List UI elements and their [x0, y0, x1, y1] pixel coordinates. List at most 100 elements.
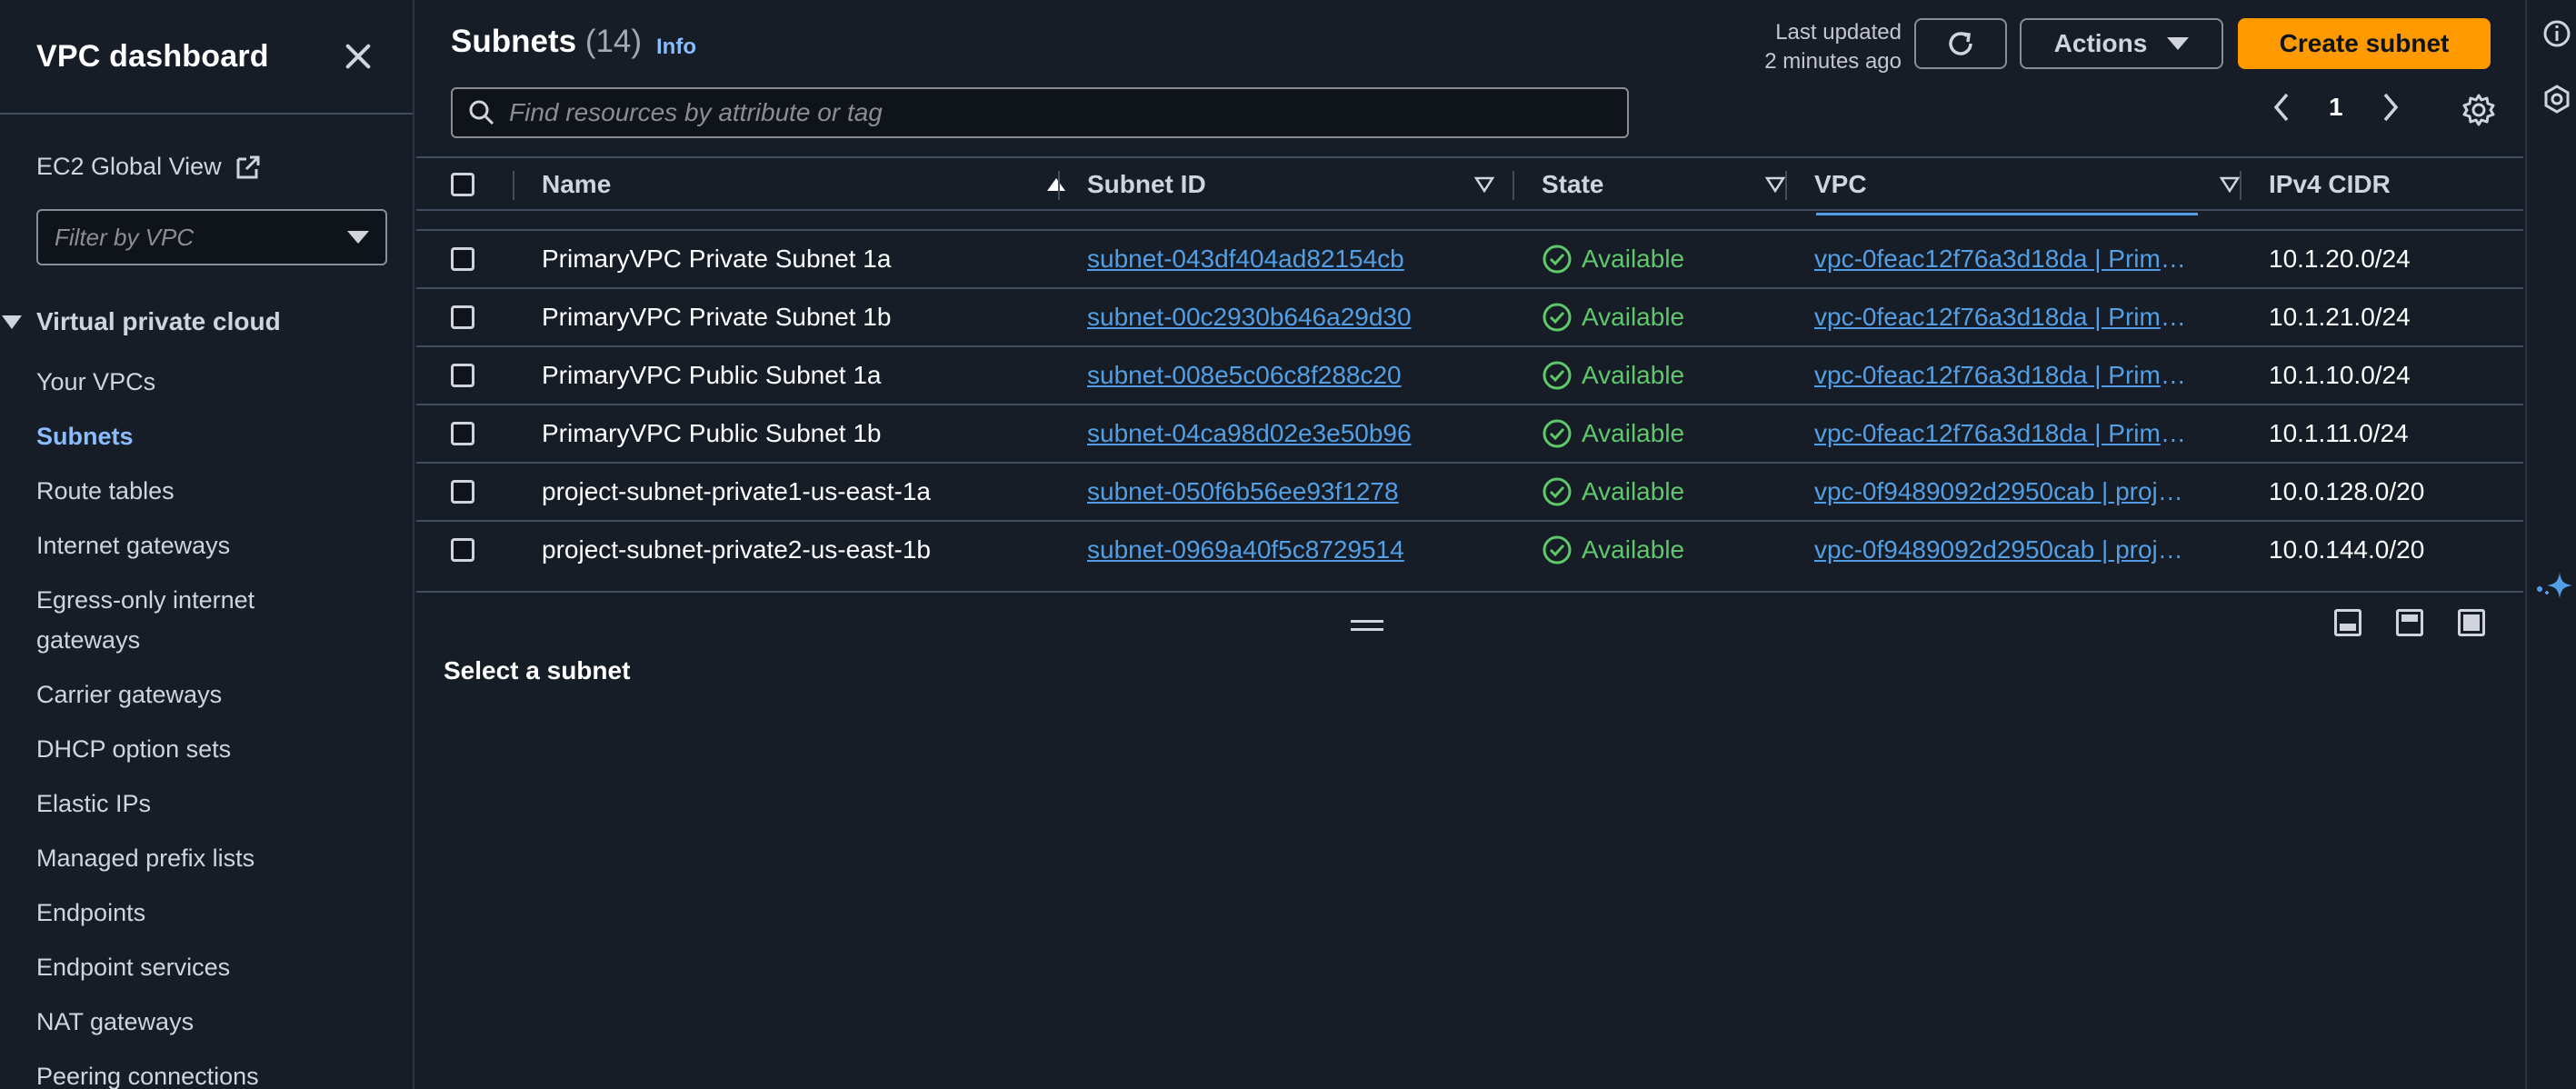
sidebar-item-endpoints[interactable]: Endpoints: [36, 893, 309, 933]
search-input[interactable]: Find resources by attribute or tag: [451, 87, 1629, 138]
info-link[interactable]: Info: [656, 35, 696, 60]
create-subnet-button[interactable]: Create subnet: [2238, 18, 2491, 69]
nav-section-label: Virtual private cloud: [36, 307, 281, 335]
caret-down-icon: [2167, 37, 2190, 50]
subnet-id-link[interactable]: subnet-043df404ad82154cb: [1087, 231, 1523, 287]
vpc-link[interactable]: vpc-0f9489092d2950cab | project-vpc: [1814, 522, 2196, 578]
panel-bottom-icon[interactable]: [2334, 609, 2361, 636]
subnet-count: (14): [584, 24, 643, 59]
close-icon[interactable]: [340, 38, 376, 75]
column-header-label: VPC: [1814, 170, 1867, 198]
state-label: Available: [1582, 303, 1685, 331]
column-header-state[interactable]: State: [1542, 158, 1814, 211]
sidebar-item-nat-gateways[interactable]: NAT gateways: [36, 1002, 309, 1042]
pagination: 1: [2271, 91, 2401, 124]
page-title: Subnets (14): [451, 24, 642, 60]
row-checkbox[interactable]: [451, 422, 474, 445]
state-label: Available: [1582, 245, 1685, 273]
sidebar-item-subnets[interactable]: Subnets: [36, 416, 309, 456]
sort-icon: [1474, 176, 1494, 193]
table-row[interactable]: project-subnet-private2-us-east-1b subne…: [416, 522, 2523, 580]
info-circle-icon[interactable]: [2541, 18, 2572, 49]
vpc-link[interactable]: vpc-0feac12f76a3d18da | PrimaryVPC: [1814, 231, 2196, 287]
column-divider[interactable]: [1513, 171, 1514, 200]
check-circle-icon: [1543, 303, 1572, 332]
sidebar-item-your-vpcs[interactable]: Your VPCs: [36, 362, 309, 402]
column-divider[interactable]: [2240, 171, 2242, 200]
column-header-label: Subnet ID: [1087, 170, 1206, 198]
chevron-right-icon[interactable]: [2380, 91, 2401, 124]
current-page[interactable]: 1: [2329, 93, 2343, 122]
row-checkbox[interactable]: [451, 538, 474, 562]
subnet-id-link[interactable]: subnet-0969a40f5c8729514: [1087, 522, 1523, 578]
vpc-link[interactable]: vpc-0f9489092d2950cab | project-vpc: [1814, 464, 2196, 520]
subnet-name: PrimaryVPC Private Subnet 1b: [542, 303, 892, 331]
vpc-link[interactable]: vpc-0feac12f76a3d18da | PrimaryVPC: [1814, 289, 2196, 345]
ipv4-cidr: 10.1.21.0/24: [2269, 303, 2411, 331]
subnet-id-link[interactable]: subnet-00c2930b646a29d30: [1087, 289, 1523, 345]
refresh-button[interactable]: [1914, 18, 2007, 69]
ipv4-cidr: 10.1.20.0/24: [2269, 245, 2411, 273]
table-row[interactable]: PrimaryVPC Public Subnet 1a subnet-008e5…: [416, 347, 2523, 405]
search-placeholder: Find resources by attribute or tag: [509, 98, 883, 126]
row-checkbox[interactable]: [451, 364, 474, 387]
select-all-checkbox-cell: [451, 158, 474, 211]
subnet-id-link[interactable]: subnet-050f6b56ee93f1278: [1087, 464, 1523, 520]
actions-label: Actions: [2053, 29, 2148, 57]
row-checkbox[interactable]: [451, 305, 474, 329]
row-checkbox[interactable]: [451, 247, 474, 271]
sidebar-item-elastic-ips[interactable]: Elastic IPs: [36, 784, 309, 824]
cloudshell-icon[interactable]: [2541, 84, 2572, 115]
row-checkbox-cell: [451, 464, 474, 520]
vpc-link[interactable]: vpc-0feac12f76a3d18da | PrimaryVPC: [1814, 347, 2196, 404]
sidebar-item-route-tables[interactable]: Route tables: [36, 471, 309, 511]
chevron-left-icon[interactable]: [2271, 91, 2292, 124]
column-header-vpc[interactable]: VPC: [1814, 158, 2269, 211]
vpc-link-partial[interactable]: [1816, 213, 2198, 215]
select-all-checkbox[interactable]: [451, 173, 474, 196]
sidebar-item-egress-only-internet-gateways[interactable]: Egress-only internet gateways: [36, 580, 309, 660]
column-header-ipv4-cidr[interactable]: IPv4 CIDR: [2269, 158, 2505, 211]
table-row[interactable]: PrimaryVPC Private Subnet 1a subnet-043d…: [416, 231, 2523, 289]
nav-section-virtual-private-cloud[interactable]: Virtual private cloud: [0, 307, 281, 336]
panel-side-icon[interactable]: [2396, 609, 2423, 636]
sidebar-item-endpoint-services[interactable]: Endpoint services: [36, 947, 309, 987]
sidebar-item-peering-connections[interactable]: Peering connections: [36, 1056, 309, 1089]
column-header-subnet-id[interactable]: Subnet ID: [1087, 158, 1523, 211]
caret-down-icon: [347, 231, 369, 244]
column-divider[interactable]: [513, 171, 514, 200]
panel-full-icon[interactable]: [2458, 609, 2485, 636]
page-title-text: Subnets: [451, 24, 577, 59]
vpc-filter-select[interactable]: Filter by VPC: [36, 209, 387, 265]
subnet-name: PrimaryVPC Public Subnet 1b: [542, 419, 882, 447]
sidebar-item-dhcp-option-sets[interactable]: DHCP option sets: [36, 729, 309, 769]
last-updated-label: Last updated: [1775, 20, 1902, 45]
subnet-id-link[interactable]: subnet-04ca98d02e3e50b96: [1087, 405, 1523, 462]
sidebar-item-managed-prefix-lists[interactable]: Managed prefix lists: [36, 838, 309, 878]
sidebar: VPC dashboard EC2 Global View Filter by …: [0, 0, 414, 1089]
table-row[interactable]: PrimaryVPC Private Subnet 1b subnet-00c2…: [416, 289, 2523, 347]
column-header-name[interactable]: Name: [542, 158, 1087, 211]
column-divider[interactable]: [1785, 171, 1787, 200]
subnet-name: PrimaryVPC Public Subnet 1a: [542, 361, 882, 389]
column-divider[interactable]: [1058, 171, 1060, 200]
subnet-id-link[interactable]: subnet-008e5c06c8f288c20: [1087, 347, 1523, 404]
table-row[interactable]: PrimaryVPC Public Subnet 1b subnet-04ca9…: [416, 405, 2523, 464]
resize-handle[interactable]: [1351, 620, 1383, 636]
subnet-name: project-subnet-private2-us-east-1b: [542, 535, 931, 564]
gear-icon[interactable]: [2461, 93, 2496, 127]
right-rail: [2525, 0, 2576, 1089]
actions-dropdown[interactable]: Actions: [2020, 18, 2223, 69]
sidebar-item-carrier-gateways[interactable]: Carrier gateways: [36, 674, 309, 714]
table-row[interactable]: project-subnet-private1-us-east-1a subne…: [416, 464, 2523, 522]
ec2-global-view-link[interactable]: EC2 Global View: [36, 153, 262, 181]
check-circle-icon: [1543, 535, 1572, 564]
row-checkbox-cell: [451, 289, 474, 345]
check-circle-icon: [1543, 477, 1572, 506]
vpc-link[interactable]: vpc-0feac12f76a3d18da | PrimaryVPC: [1814, 405, 2196, 462]
sparkle-icon[interactable]: [2532, 569, 2576, 605]
sidebar-item-internet-gateways[interactable]: Internet gateways: [36, 525, 309, 565]
subnet-state: Available: [1542, 464, 1796, 520]
external-link-icon: [236, 155, 260, 178]
row-checkbox[interactable]: [451, 480, 474, 504]
